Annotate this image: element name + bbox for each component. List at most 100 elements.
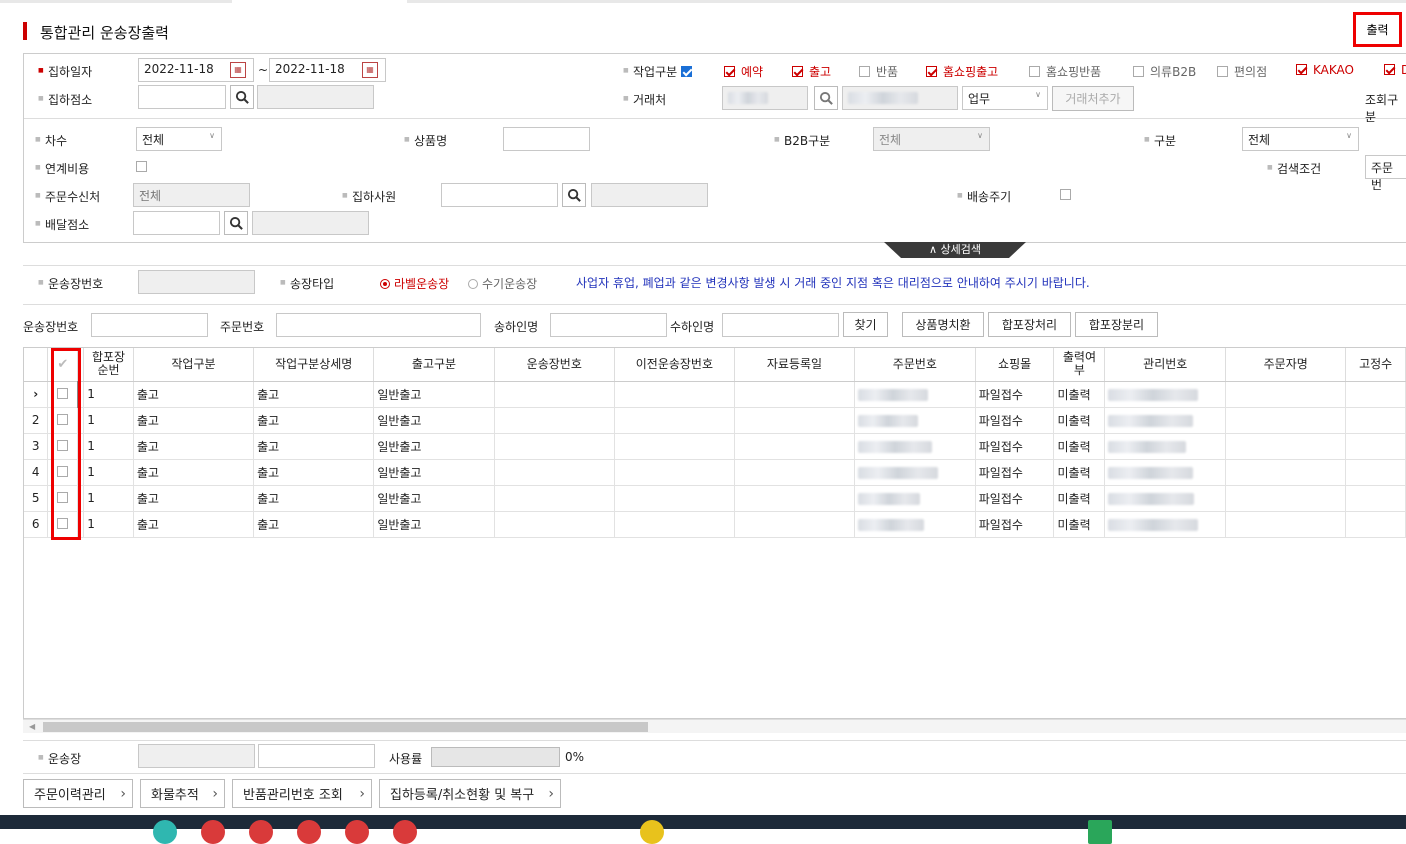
work-type-checkbox[interactable]: 출고 [792, 63, 831, 80]
order-no-cell [854, 459, 976, 486]
b2b-type-select[interactable]: 전체 ∨ [873, 127, 990, 151]
table-row[interactable]: › 1 출고 출고 일반출고 파일접수 미출력 [24, 381, 1406, 408]
table-row[interactable]: 4 1 출고 출고 일반출고 파일접수 미출력 [24, 459, 1406, 486]
work-type-checkbox[interactable]: 예약 [724, 63, 763, 80]
merge-button[interactable]: 합포장처리 [988, 312, 1071, 337]
column-header[interactable]: 쇼핑몰 [975, 348, 1055, 382]
taskbar-app-icon[interactable] [153, 820, 177, 844]
taskbar-app-icon[interactable] [640, 820, 664, 844]
manage-no-cell [1104, 381, 1227, 408]
print-button[interactable]: 출력 [1353, 12, 1402, 47]
column-header[interactable]: 고정수 [1345, 348, 1406, 382]
delivery-branch-input[interactable] [133, 211, 220, 235]
taskbar-app-icon[interactable] [345, 820, 369, 844]
work-type-checkbox[interactable]: 홈쇼핑반품 [1029, 63, 1101, 80]
client-label: 거래처 [623, 91, 666, 108]
column-header[interactable]: 작업구분 [133, 348, 255, 382]
taskbar-app-icon[interactable] [249, 820, 273, 844]
printed-cell: 미출력 [1053, 511, 1106, 538]
nav-cargo-tracking[interactable]: 화물추적 › [140, 779, 225, 808]
work-type-checkbox[interactable]: 반품 [859, 63, 898, 80]
split-button[interactable]: 합포장분리 [1075, 312, 1158, 337]
nav-return-lookup[interactable]: 반품관리번호 조회 › [232, 779, 372, 808]
out-type-cell: 일반출고 [373, 407, 495, 434]
calendar-icon[interactable]: ▦ [362, 62, 378, 78]
add-client-button[interactable]: 거래처추가 [1052, 86, 1134, 111]
column-header[interactable]: 출력여 부 [1053, 348, 1106, 382]
pack-seq-cell: 1 [83, 381, 134, 408]
title-marker [23, 22, 27, 40]
linked-cost-checkbox[interactable] [136, 160, 153, 174]
delivery-branch-name [252, 211, 369, 235]
search-icon[interactable] [562, 183, 586, 207]
out-type-cell: 일반출고 [373, 433, 495, 460]
taskbar-app-icon[interactable] [201, 820, 225, 844]
search-icon[interactable] [814, 86, 838, 110]
work-type-checkbox[interactable]: 홈쇼핑출고 [926, 63, 998, 80]
taskbar-app-icon[interactable] [297, 820, 321, 844]
column-header[interactable]: 자료등록일 [734, 348, 856, 382]
product-name-input[interactable] [503, 127, 590, 151]
work-type-checkbox[interactable]: KAKAO [1296, 63, 1354, 77]
client-type-select[interactable]: 업무 ∨ [962, 86, 1048, 110]
nav-order-history[interactable]: 주문이력관리 › [23, 779, 133, 808]
work-type-checkbox[interactable]: 편의점 [1217, 63, 1267, 80]
column-header[interactable]: 작업구분상세명 [253, 348, 375, 382]
column-header[interactable]: 합포장 순번 [83, 348, 134, 382]
category-select[interactable]: 전체 ∨ [1242, 127, 1359, 151]
row-indicator-header[interactable] [24, 348, 49, 382]
table-row[interactable]: 2 1 출고 출고 일반출고 파일접수 미출력 [24, 407, 1406, 434]
work-detail-cell: 출고 [253, 407, 375, 434]
taskbar-app-icon[interactable] [393, 820, 417, 844]
work-type-checkbox[interactable]: 의류B2B [1133, 63, 1196, 80]
pickup-branch-name [257, 85, 374, 109]
printed-cell: 미출력 [1053, 407, 1106, 434]
pickup-staff-label: 집하사원 [342, 188, 396, 205]
table-row[interactable]: 5 1 출고 출고 일반출고 파일접수 미출력 [24, 485, 1406, 512]
orderer-cell [1225, 433, 1347, 460]
order-no-cell [854, 407, 976, 434]
column-header[interactable]: 주문자명 [1225, 348, 1347, 382]
order-receiver-input: 전체 [133, 183, 250, 207]
qs-sender-input[interactable] [550, 313, 667, 337]
delivery-cycle-checkbox[interactable] [1060, 188, 1077, 202]
qs-waybill-label: 운송장번호 [23, 320, 79, 334]
row-number: › [24, 381, 49, 408]
column-header[interactable]: 관리번호 [1104, 348, 1227, 382]
column-header[interactable]: 운송장번호 [494, 348, 615, 382]
row-number: 6 [24, 511, 49, 538]
qs-order-input[interactable] [276, 313, 481, 337]
work-type-checkbox[interactable]: D [1384, 63, 1406, 77]
find-button[interactable]: 찾기 [843, 312, 888, 337]
order-no-cell [854, 511, 976, 538]
replace-name-button[interactable]: 상품명치환 [902, 312, 984, 337]
horizontal-scrollbar[interactable]: ◀ [23, 719, 1406, 733]
work-type-cell: 출고 [133, 433, 255, 460]
pickup-branch-input[interactable] [138, 85, 226, 109]
client-code-input[interactable] [722, 86, 808, 110]
column-header[interactable]: 이전운송장번호 [614, 348, 735, 382]
column-header[interactable]: 출고구분 [373, 348, 495, 382]
qs-receiver-input[interactable] [722, 313, 839, 337]
qs-waybill-input[interactable] [91, 313, 208, 337]
column-header[interactable]: 주문번호 [854, 348, 976, 382]
fixed-cell [1345, 511, 1406, 538]
radio-manual-waybill[interactable]: 수기운송장 [468, 275, 537, 292]
search-icon[interactable] [230, 85, 254, 109]
search-condition-select[interactable]: 주문번 [1365, 155, 1406, 192]
usage-count-input[interactable] [258, 744, 375, 768]
work-type-all-checkbox[interactable] [681, 66, 692, 77]
table-row[interactable]: 6 1 출고 출고 일반출고 파일접수 미출력 [24, 511, 1406, 538]
search-icon[interactable] [224, 211, 248, 235]
pickup-date-label: 집하일자 [38, 63, 92, 80]
nav-pickup-status[interactable]: 집하등록/취소현황 및 복구 › [379, 779, 561, 808]
order-no-cell [854, 485, 976, 512]
detail-search-toggle[interactable]: ∧ 상세검색 [884, 242, 1026, 258]
taskbar-app-icon[interactable] [1088, 820, 1112, 844]
round-select[interactable]: 전체 ∨ [136, 127, 222, 151]
table-row[interactable]: 3 1 출고 출고 일반출고 파일접수 미출력 [24, 433, 1406, 460]
calendar-icon[interactable]: ▦ [230, 62, 246, 78]
fixed-cell [1345, 459, 1406, 486]
radio-label-waybill[interactable]: 라벨운송장 [380, 275, 449, 292]
pickup-staff-input[interactable] [441, 183, 558, 207]
